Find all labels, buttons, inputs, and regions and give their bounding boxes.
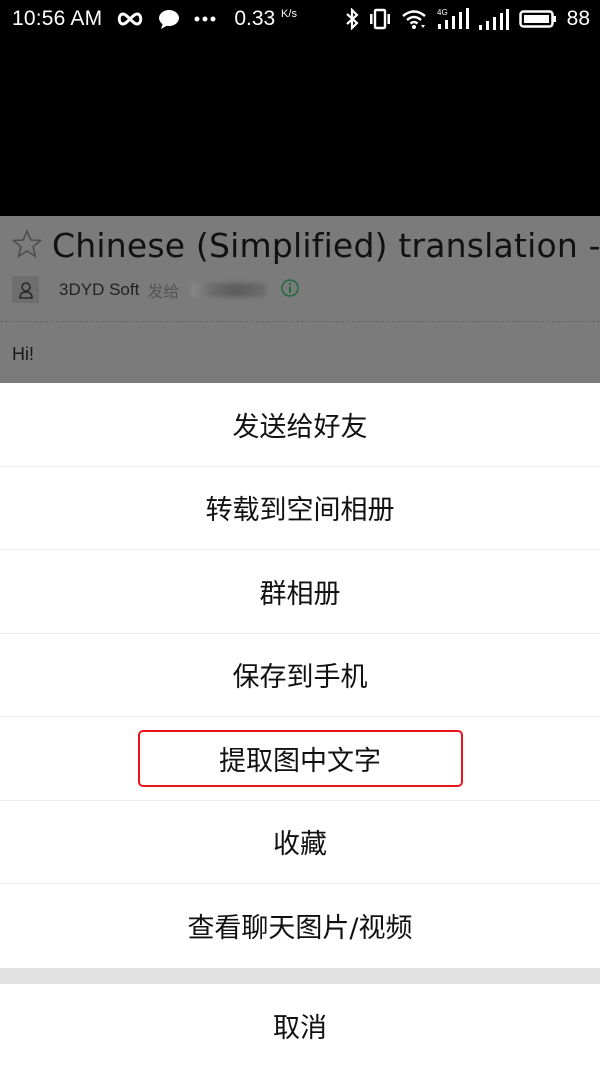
- dashed-divider: [0, 321, 600, 322]
- menu-item-favorite[interactable]: 收藏: [0, 801, 600, 884]
- menu-item-label: 收藏: [273, 829, 327, 861]
- status-time: 10:56 AM: [12, 7, 103, 30]
- sent-to-label: 发给: [147, 281, 180, 301]
- battery-percent: 88: [566, 7, 590, 30]
- email-title-row: Chinese (Simplified) translation -: [11, 226, 600, 265]
- menu-item-label: 群相册: [259, 578, 341, 610]
- cancel-button[interactable]: 取消: [0, 984, 600, 1067]
- person-icon: [18, 281, 33, 299]
- menu-item-extract-text[interactable]: 提取图中文字: [0, 717, 600, 801]
- highlight-box: [138, 730, 463, 787]
- wifi-icon: [401, 8, 427, 30]
- bluetooth-icon: [345, 8, 359, 30]
- vibrate-icon: [369, 8, 391, 30]
- menu-item-label: 转载到空间相册: [205, 495, 395, 527]
- menu-item-label: 发送给好友: [232, 411, 368, 443]
- email-title: Chinese (Simplified) translation -: [52, 226, 600, 265]
- sender-name: 3DYD Soft: [59, 279, 140, 299]
- cancel-label: 取消: [273, 1013, 327, 1044]
- menu-item-label: 保存到手机: [232, 662, 368, 694]
- action-sheet: 发送给好友 转载到空间相册 群相册 保存到手机 提取图中文字 收藏 查看聊天图片…: [0, 383, 600, 1067]
- network-speed-value: 0.33: [234, 7, 276, 30]
- chat-bubble-icon: [158, 9, 180, 29]
- menu-item-view-chat-media[interactable]: 查看聊天图片/视频: [0, 884, 600, 968]
- network-type-label: 4G: [437, 8, 448, 17]
- signal-4g-icon: 4G: [437, 7, 469, 31]
- info-icon: [280, 278, 300, 302]
- status-bar: 10:56 AM 0.33 K/s 4G 88: [0, 0, 600, 38]
- image-viewer-background: [0, 38, 600, 216]
- menu-item-group-album[interactable]: 群相册: [0, 550, 600, 634]
- more-dots-icon: [194, 16, 216, 22]
- menu-item-send-to-friend[interactable]: 发送给好友: [0, 383, 600, 467]
- network-speed: 0.33 K/s: [234, 7, 297, 31]
- menu-item-share-to-album[interactable]: 转载到空间相册: [0, 467, 600, 550]
- menu-item-label: 查看聊天图片/视频: [187, 913, 413, 945]
- signal-icon: [478, 8, 509, 30]
- email-body: Hi!: [12, 344, 34, 364]
- network-speed-unit: K/s: [281, 8, 297, 20]
- battery-icon: [518, 9, 557, 29]
- menu-item-save-to-phone[interactable]: 保存到手机: [0, 634, 600, 717]
- avatar: [12, 276, 39, 303]
- sheet-separator: [0, 967, 600, 984]
- sender-row: 3DYD Soft 发给: [12, 276, 300, 303]
- star-icon: [11, 228, 43, 263]
- recipient-blurred: [191, 282, 267, 297]
- infinity-icon: [116, 12, 144, 26]
- email-preview: Chinese (Simplified) translation - 3DYD …: [0, 216, 600, 383]
